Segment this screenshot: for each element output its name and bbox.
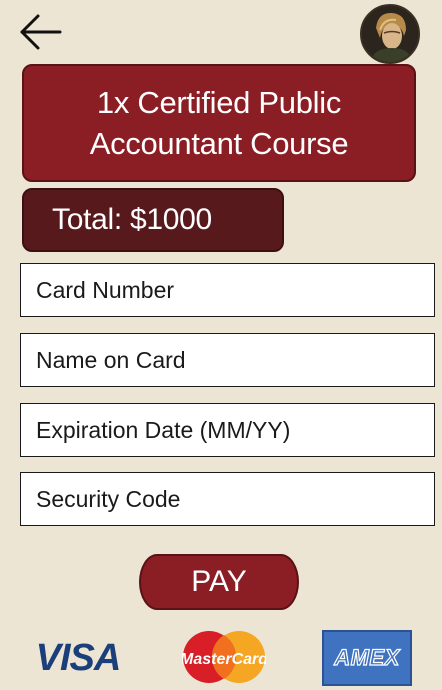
back-button[interactable] xyxy=(18,12,64,52)
expiration-date-input[interactable] xyxy=(20,403,435,457)
product-title: 1x Certified Public Accountant Course xyxy=(89,85,349,161)
user-avatar[interactable] xyxy=(360,4,420,64)
card-number-input[interactable] xyxy=(20,263,435,317)
pay-button[interactable]: PAY xyxy=(139,554,299,610)
security-code-input[interactable] xyxy=(20,472,435,526)
mastercard-logo-text: MasterCard xyxy=(182,651,266,668)
product-card: 1x Certified Public Accountant Course xyxy=(22,64,416,182)
user-avatar-icon xyxy=(362,6,418,62)
visa-logo: VISA xyxy=(30,636,126,680)
mastercard-circles: MasterCard xyxy=(180,631,269,683)
mastercard-logo: MasterCard xyxy=(180,629,269,685)
amex-logo: AMEX xyxy=(322,630,412,686)
amex-logo-text: AMEX xyxy=(334,644,400,670)
arrow-left-icon xyxy=(20,14,62,50)
visa-logo-text: VISA xyxy=(35,636,122,679)
total-box: Total: $1000 xyxy=(22,188,284,252)
name-on-card-input[interactable] xyxy=(20,333,435,387)
total-amount: Total: $1000 xyxy=(52,203,212,236)
